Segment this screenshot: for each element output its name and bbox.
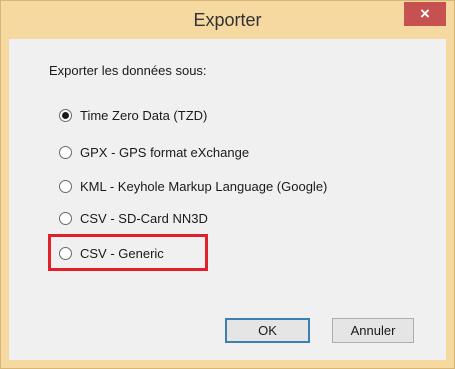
- option-gpx[interactable]: GPX - GPS format eXchange: [59, 142, 249, 162]
- export-format-label: Exporter les données sous:: [49, 63, 207, 78]
- close-button[interactable]: ×: [404, 2, 446, 26]
- dialog-body: [9, 39, 446, 360]
- radio-csv-sd-card[interactable]: [59, 211, 72, 225]
- radio-tzd[interactable]: [59, 108, 72, 122]
- option-csv-sd-card[interactable]: CSV - SD-Card NN3D: [59, 208, 208, 228]
- option-gpx-label[interactable]: GPX - GPS format eXchange: [80, 145, 249, 160]
- ok-button[interactable]: OK: [225, 318, 310, 343]
- option-tzd-label[interactable]: Time Zero Data (TZD): [80, 108, 207, 123]
- cancel-button[interactable]: Annuler: [332, 318, 414, 343]
- title-bar[interactable]: Exporter ×: [1, 1, 454, 39]
- dialog-title: Exporter: [193, 10, 262, 30]
- radio-gpx[interactable]: [59, 145, 72, 159]
- close-icon: ×: [420, 4, 430, 23]
- option-tzd[interactable]: Time Zero Data (TZD): [59, 105, 207, 125]
- option-csv-sd-card-label[interactable]: CSV - SD-Card NN3D: [80, 211, 208, 226]
- option-kml[interactable]: KML - Keyhole Markup Language (Google): [59, 176, 327, 196]
- option-kml-label[interactable]: KML - Keyhole Markup Language (Google): [80, 179, 327, 194]
- highlight-box: [48, 234, 208, 271]
- radio-kml[interactable]: [59, 179, 72, 193]
